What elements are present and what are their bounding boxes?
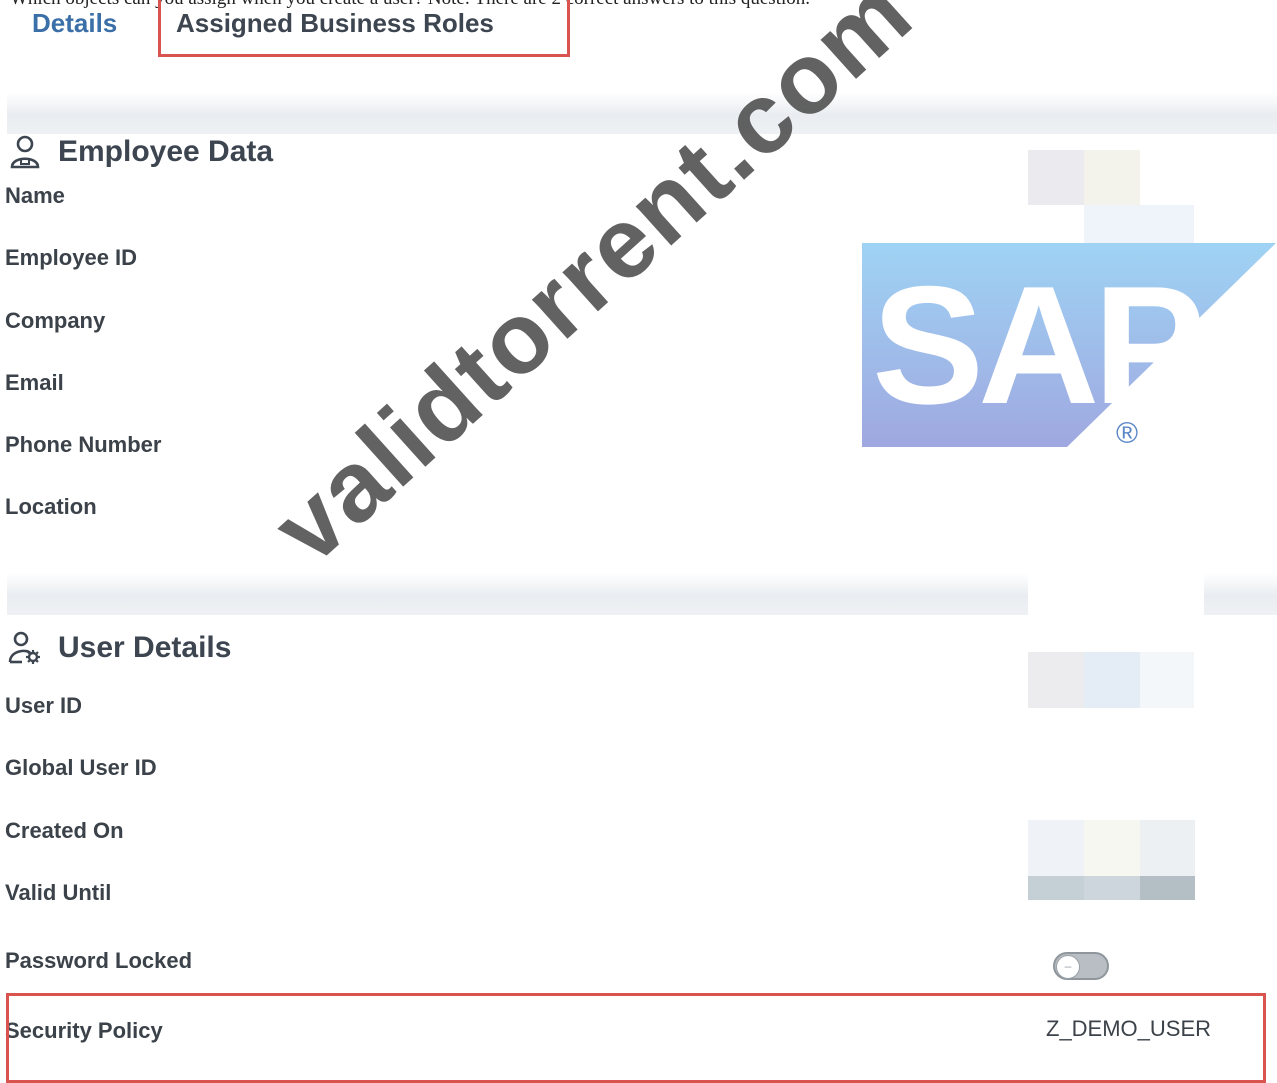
field-label-phone-number: Phone Number	[5, 432, 162, 457]
blurred-value	[1028, 652, 1084, 708]
highlight-box-security-policy	[6, 993, 1266, 1083]
blurred-value	[1140, 820, 1195, 876]
highlight-box-tab	[158, 0, 570, 57]
blurred-value	[1084, 820, 1140, 876]
toggle-knob: –	[1056, 955, 1080, 979]
password-locked-toggle[interactable]: –	[1053, 952, 1109, 980]
employee-icon	[10, 135, 40, 169]
sap-logo-text: SAP	[872, 251, 1200, 439]
blurred-value	[1084, 205, 1194, 245]
blurred-value	[1140, 876, 1195, 900]
section-separator	[7, 92, 1277, 134]
field-label-employee-id: Employee ID	[5, 245, 138, 270]
field-label-company: Company	[5, 308, 106, 333]
blurred-value	[1028, 150, 1084, 205]
watermark-text: validtorrent.com	[252, 0, 934, 585]
field-label-location: Location	[5, 494, 97, 519]
field-label-email: Email	[5, 370, 64, 395]
field-label-password-locked: Password Locked	[5, 948, 193, 973]
employee-data-header: Employee Data	[8, 135, 273, 169]
user-details-title: User Details	[58, 631, 232, 664]
blurred-value	[1028, 876, 1084, 900]
field-label-name: Name	[5, 183, 65, 208]
field-label-created-on: Created On	[5, 818, 124, 843]
blurred-value	[1084, 150, 1140, 205]
blurred-value	[1084, 876, 1140, 900]
tab-details[interactable]: Details	[32, 8, 117, 39]
user-settings-icon	[8, 631, 40, 664]
employee-data-title: Employee Data	[58, 135, 274, 168]
blurred-value	[1140, 652, 1194, 708]
user-details-header: User Details	[8, 631, 231, 665]
blurred-value	[1084, 652, 1140, 708]
field-label-valid-until: Valid Until	[5, 880, 112, 905]
field-label-global-user-id: Global User ID	[5, 755, 157, 780]
field-label-user-id: User ID	[5, 693, 83, 718]
blurred-value	[1028, 820, 1084, 876]
blurred-value	[1028, 540, 1204, 650]
registered-mark: ®	[1116, 417, 1138, 447]
sap-logo: SAP ®	[862, 243, 1276, 447]
